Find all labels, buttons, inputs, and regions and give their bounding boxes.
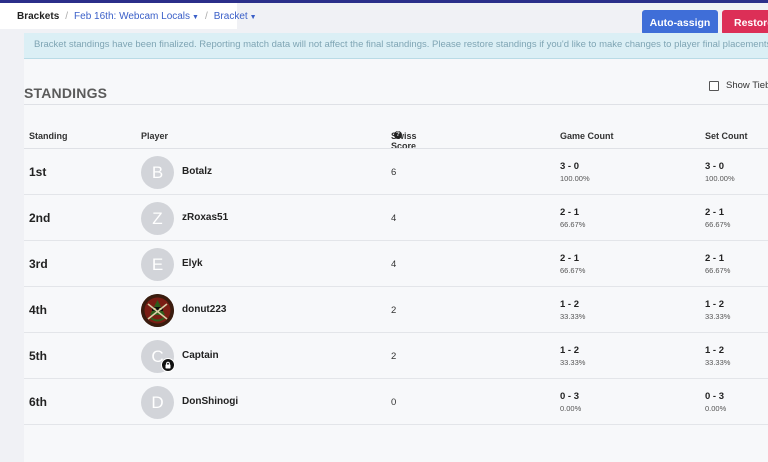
set-count-record: 2 - 1: [705, 207, 725, 218]
game-count: 1 - 2 33.33%: [560, 345, 585, 367]
swiss-score: 2: [391, 351, 397, 362]
set-count: 1 - 2 33.33%: [705, 299, 730, 321]
standing-place: 3rd: [29, 257, 48, 271]
question-circle-icon[interactable]: ?: [394, 131, 402, 139]
standing-place: 2nd: [29, 211, 51, 225]
finalized-info-banner: Bracket standings have been finalized. R…: [24, 33, 768, 59]
swiss-score: 4: [391, 213, 397, 224]
banner-text: Bracket standings have been finalized. R…: [34, 39, 768, 50]
set-count: 3 - 0 100.00%: [705, 161, 735, 183]
breadcrumb-view-dropdown[interactable]: Bracket ▼: [214, 11, 257, 22]
table-row: 2nd Z zRoxas51 4 2 - 1 66.67% 2 - 1 66.6…: [24, 195, 768, 241]
avatar[interactable]: Z: [141, 202, 174, 235]
set-count: 1 - 2 33.33%: [705, 345, 730, 367]
set-count-record: 0 - 3: [705, 391, 725, 402]
game-count-percent: 66.67%: [560, 266, 586, 275]
table-row: 1st B Botalz 6 3 - 0 100.00% 3 - 0 100.0…: [24, 149, 768, 195]
restore-button[interactable]: Restore: [722, 10, 768, 35]
standings-card: STANDINGS Show Tieb Standing Player Swis…: [24, 59, 768, 462]
game-count-record: 2 - 1: [560, 207, 580, 218]
game-count: 2 - 1 66.67%: [560, 253, 585, 275]
auto-assign-button[interactable]: Auto-assign: [642, 10, 718, 35]
breadcrumb-view-label: Bracket: [213, 10, 248, 22]
set-count-percent: 33.33%: [705, 358, 731, 367]
game-count-percent: 100.00%: [560, 174, 590, 183]
set-count-percent: 100.00%: [705, 174, 735, 183]
breadcrumb-separator: /: [65, 10, 69, 22]
show-tiebreakers-toggle[interactable]: Show Tieb: [709, 80, 768, 91]
lock-icon: [165, 361, 171, 369]
game-count-percent: 33.33%: [560, 358, 586, 367]
set-count-percent: 66.67%: [705, 266, 731, 275]
player-name[interactable]: zRoxas51: [182, 212, 228, 223]
standing-place: 1st: [29, 165, 47, 179]
set-count-percent: 0.00%: [705, 404, 727, 413]
set-count: 0 - 3 0.00%: [705, 391, 726, 413]
column-set-count: Set Count: [705, 131, 748, 141]
breadcrumb-brackets[interactable]: Brackets: [17, 11, 59, 22]
column-player: Player: [141, 131, 169, 141]
standing-place: 6th: [29, 395, 47, 409]
caret-down-icon: ▼: [249, 13, 257, 21]
table-row: 3rd E Elyk 4 2 - 1 66.67% 2 - 1 66.67%: [24, 241, 768, 287]
game-count-record: 2 - 1: [560, 253, 580, 264]
lock-badge-icon: [161, 358, 175, 372]
game-count: 1 - 2 33.33%: [560, 299, 585, 321]
avatar[interactable]: [141, 294, 174, 327]
table-row: 5th C Captain 2 1 - 2 33.33% 1 - 2 33.33…: [24, 333, 768, 379]
avatar[interactable]: E: [141, 248, 174, 281]
title-divider: [24, 104, 768, 105]
avatar[interactable]: B: [141, 156, 174, 189]
set-count-record: 3 - 0: [705, 161, 725, 172]
set-count-percent: 66.67%: [705, 220, 731, 229]
player-name[interactable]: Botalz: [182, 166, 212, 177]
standing-place: 5th: [29, 349, 47, 363]
show-tiebreakers-checkbox[interactable]: [709, 80, 719, 91]
breadcrumb-event-label: Feb 16th: Webcam Locals: [74, 10, 191, 22]
breadcrumb: Brackets / Feb 16th: Webcam Locals ▼ / Br…: [0, 3, 257, 29]
standings-title: STANDINGS: [24, 85, 108, 101]
game-count-record: 1 - 2: [560, 299, 580, 310]
game-count-record: 3 - 0: [560, 161, 580, 172]
caret-down-icon: ▼: [192, 13, 199, 21]
set-count-record: 1 - 2: [705, 345, 725, 356]
player-name[interactable]: donut223: [182, 304, 226, 315]
swiss-score: 4: [391, 259, 397, 270]
standings-table-header: Standing Player Swiss Score ? Game Count…: [24, 131, 768, 151]
breadcrumb-separator: /: [204, 10, 208, 22]
game-count: 3 - 0 100.00%: [560, 161, 590, 183]
column-standing: Standing: [29, 131, 68, 141]
set-count: 2 - 1 66.67%: [705, 207, 730, 229]
game-count-record: 1 - 2: [560, 345, 580, 356]
game-count-percent: 0.00%: [560, 404, 582, 413]
swiss-score: 2: [391, 305, 397, 316]
set-count-record: 1 - 2: [705, 299, 725, 310]
player-name[interactable]: Elyk: [182, 258, 203, 269]
set-count: 2 - 1 66.67%: [705, 253, 730, 275]
game-count: 2 - 1 66.67%: [560, 207, 585, 229]
set-count-percent: 33.33%: [705, 312, 731, 321]
player-name[interactable]: DonShinogi: [182, 396, 238, 407]
standing-place: 4th: [29, 303, 47, 317]
game-count-record: 0 - 3: [560, 391, 580, 402]
masked-character-avatar-image: [141, 294, 174, 327]
game-count-percent: 33.33%: [560, 312, 586, 321]
swiss-score: 6: [391, 167, 397, 178]
breadcrumb-event-dropdown[interactable]: Feb 16th: Webcam Locals ▼: [74, 11, 199, 22]
game-count-percent: 66.67%: [560, 220, 586, 229]
player-name[interactable]: Captain: [182, 350, 219, 361]
show-tiebreakers-label: Show Tieb: [726, 80, 768, 91]
set-count-record: 2 - 1: [705, 253, 725, 264]
column-game-count: Game Count: [560, 131, 614, 141]
swiss-score: 0: [391, 397, 397, 408]
avatar[interactable]: D: [141, 386, 174, 419]
table-row: 6th D DonShinogi 0 0 - 3 0.00% 0 - 3 0.0…: [24, 379, 768, 425]
game-count: 0 - 3 0.00%: [560, 391, 581, 413]
table-row: 4th donut223 2 1 - 2 33.33% 1 - 2 33.33%: [24, 287, 768, 333]
